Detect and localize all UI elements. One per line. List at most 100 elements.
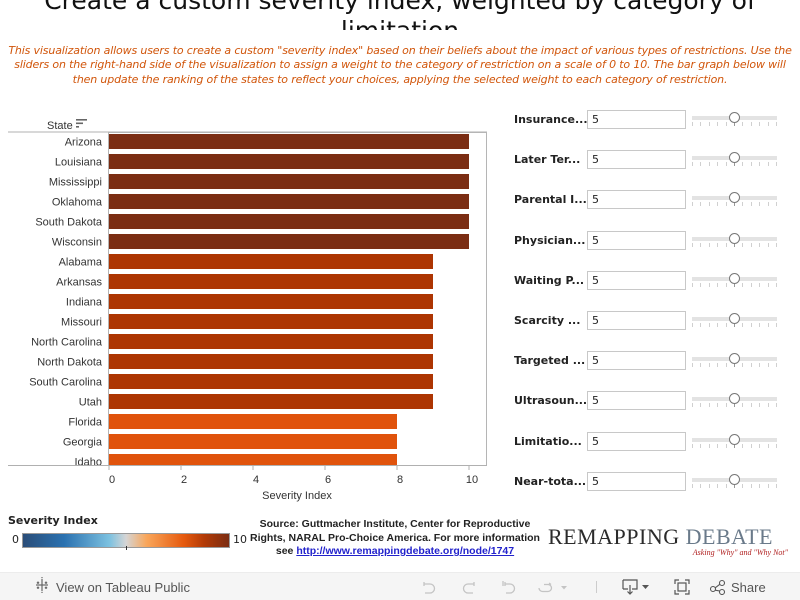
parameter-control: Ultrasoun... [514,391,794,414]
legend-min-label: 0 [12,533,19,546]
fullscreen-button[interactable] [671,578,693,596]
refresh-button[interactable] [534,578,572,596]
bar-north-carolina[interactable] [109,334,433,349]
undo-button[interactable] [418,578,440,596]
bar-north-dakota[interactable] [109,354,433,369]
state-label[interactable]: Wisconsin [52,237,102,249]
parameter-control: Parental I... [514,190,794,213]
state-label[interactable]: Alabama [59,257,103,269]
slider-thumb[interactable] [729,473,740,485]
bar-louisiana[interactable] [109,154,469,169]
legend-title: Severity Index [8,514,98,527]
slider-thumb[interactable] [729,313,740,324]
slider-thumb[interactable] [729,112,740,123]
share-button[interactable]: Share [709,578,771,596]
state-label[interactable]: Mississippi [49,177,102,189]
state-label[interactable]: Utah [79,397,102,409]
state-label[interactable]: South Carolina [29,377,103,389]
state-label[interactable]: South Dakota [35,217,103,229]
state-label[interactable]: North Carolina [31,337,103,349]
slider-thumb[interactable] [729,433,740,445]
bar-south-carolina[interactable] [109,374,433,389]
state-label[interactable]: Georgia [63,437,103,449]
parameter-slider[interactable] [692,152,777,169]
fullscreen-icon [673,578,691,596]
slider-thumb[interactable] [729,272,740,284]
legend-mid-tick [126,546,127,550]
bar-south-dakota[interactable] [109,214,469,229]
view-on-tableau-label: View on Tableau Public [56,579,190,595]
download-button[interactable] [620,578,654,596]
x-tick-label: 6 [325,474,331,486]
remapping-debate-logo: REMAPPING DEBATE Asking "Why" and "Why N… [548,524,793,560]
bar-idaho[interactable] [109,454,397,465]
parameter-slider[interactable] [692,112,777,129]
parameter-value-input[interactable] [587,311,686,330]
parameter-value-input[interactable] [587,110,686,129]
bar-oklahoma[interactable] [109,194,469,209]
bar-florida[interactable] [109,414,397,429]
parameter-label: Scarcity ... [514,314,581,327]
undo-icon [420,579,438,595]
bar-missouri[interactable] [109,314,433,329]
logo-wordmark: REMAPPING DEBATE [548,524,793,550]
parameter-label: Targeted ... [514,354,586,368]
parameter-label: Near-tota... [514,474,587,488]
state-label[interactable]: Indiana [66,297,103,309]
source-line-1: Source: Guttmacher Institute, Center for… [259,518,531,530]
parameter-value-input[interactable] [587,351,686,371]
bar-utah[interactable] [109,394,433,409]
state-label[interactable]: Oklahoma [52,197,103,209]
x-tick-label: 4 [253,474,259,486]
state-label[interactable]: Missouri [61,317,102,329]
state-label[interactable]: Arizona [65,137,103,149]
parameter-slider[interactable] [692,433,777,451]
sort-icon[interactable] [76,119,87,128]
slider-thumb[interactable] [729,232,740,244]
parameter-control: Limitatio... [514,431,794,455]
state-label[interactable]: North Dakota [37,357,103,369]
state-label[interactable]: Idaho [74,457,102,469]
bar-wisconsin[interactable] [109,234,469,249]
state-label[interactable]: Florida [68,417,103,429]
parameter-value-input[interactable] [587,391,686,411]
parameter-slider[interactable] [692,473,777,491]
parameter-slider[interactable] [692,272,777,290]
parameter-label: Physician... [514,233,586,247]
parameter-label: Limitatio... [514,434,582,448]
state-label[interactable]: Louisiana [55,157,103,169]
redo-button[interactable] [458,578,480,596]
parameter-slider[interactable] [692,192,777,209]
x-tick-label: 10 [466,474,478,486]
parameter-slider[interactable] [692,353,777,370]
source-link[interactable]: http://www.remappingdebate.org/node/1747 [296,545,514,557]
parameter-value-input[interactable] [587,270,686,290]
bar-indiana[interactable] [109,294,433,309]
bar-arkansas[interactable] [109,274,433,289]
parameter-control: Later Ter... [514,150,794,173]
bar-georgia[interactable] [109,434,397,449]
parameter-value-input[interactable] [587,150,686,170]
bar-mississippi[interactable] [109,174,469,189]
parameter-value-input[interactable] [587,190,686,210]
parameter-slider[interactable] [692,232,777,250]
parameter-value-input[interactable] [587,230,686,250]
parameter-slider[interactable] [692,393,777,410]
logo-word-remapping: REMAPPING [548,524,680,549]
bar-arizona[interactable] [109,134,469,149]
share-icon [709,579,727,595]
parameter-value-input[interactable] [587,431,686,451]
source-see-text: see [275,545,297,557]
parameter-slider[interactable] [692,313,777,330]
revert-button[interactable] [498,578,520,596]
logo-word-debate: DEBATE [685,524,773,549]
redo-icon [460,579,478,595]
bar-alabama[interactable] [109,254,433,269]
view-on-tableau-link[interactable]: View on Tableau Public [34,576,190,596]
page-title: Create a custom severity index, weighted… [44,0,756,30]
logo-tagline: Asking "Why" and "Why Not" [692,548,788,557]
parameter-value-input[interactable] [587,471,686,491]
state-label[interactable]: Arkansas [56,277,102,289]
x-tick-label: 8 [397,474,403,486]
parameter-label: Later Ter... [514,153,581,167]
